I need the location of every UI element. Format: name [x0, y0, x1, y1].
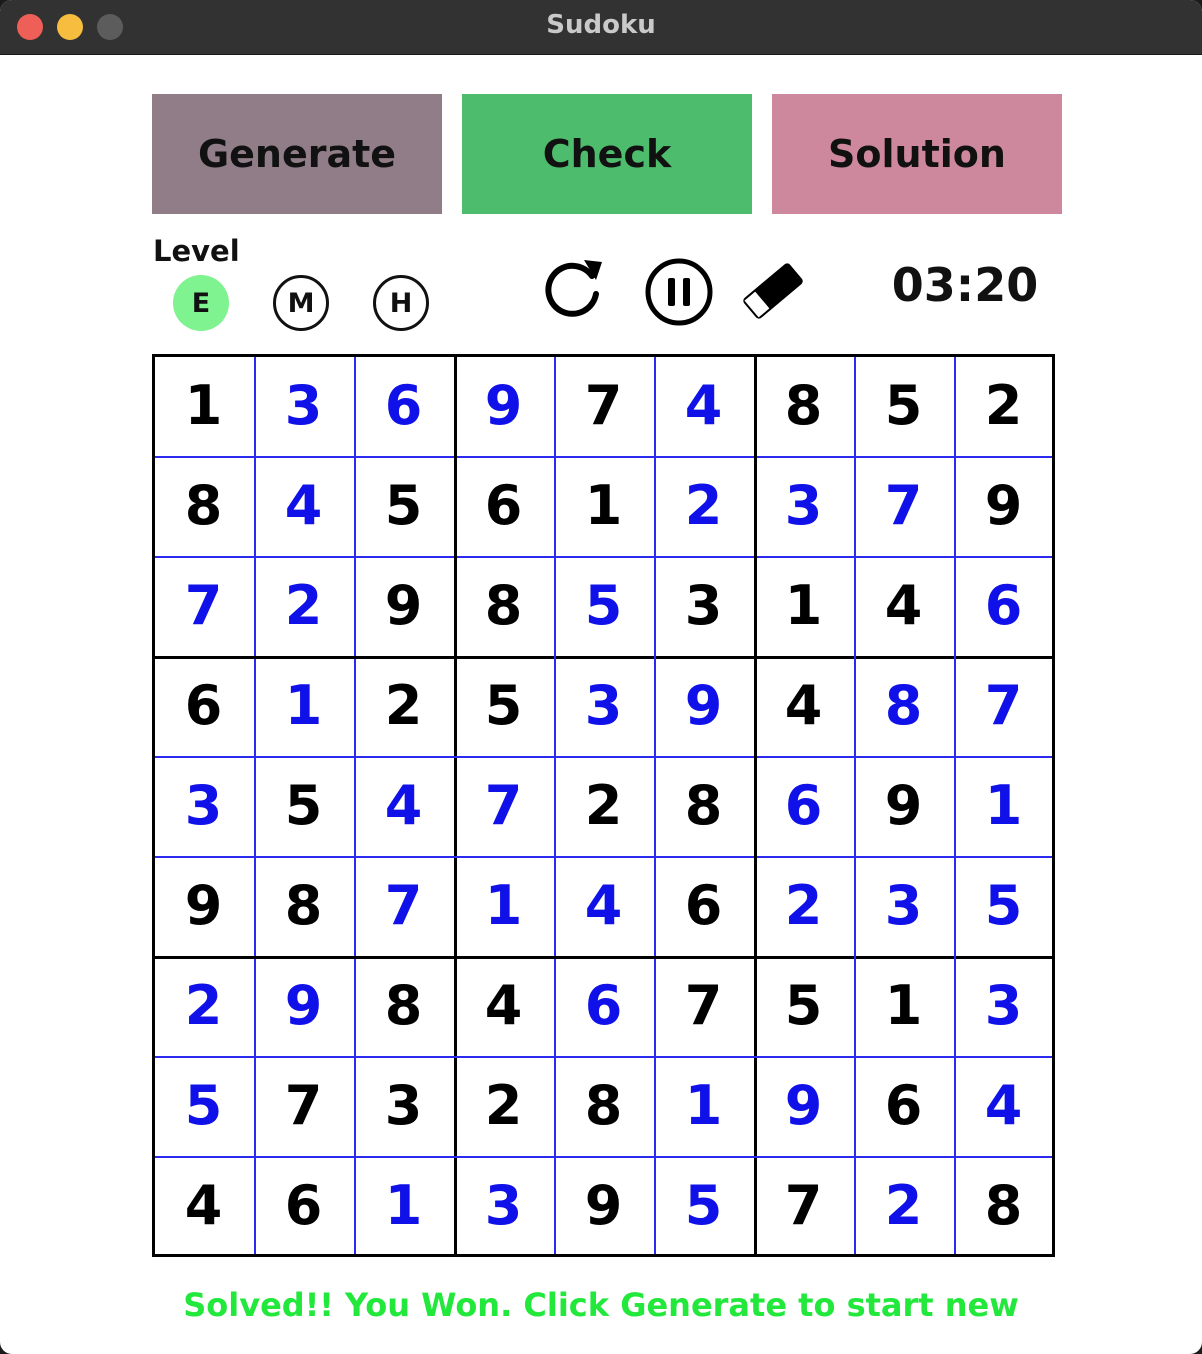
cell-r9-c9[interactable]: 8: [954, 1156, 1054, 1256]
cell-r8-c5[interactable]: 8: [554, 1056, 654, 1156]
cell-r9-c2[interactable]: 6: [254, 1156, 354, 1256]
cell-r6-c5[interactable]: 4: [554, 856, 654, 956]
cell-r1-c4[interactable]: 9: [454, 356, 554, 456]
cell-r8-c9[interactable]: 4: [954, 1056, 1054, 1156]
level-easy-radio[interactable]: E: [173, 275, 229, 331]
cell-r4-c3[interactable]: 2: [354, 656, 454, 756]
status-message: Solved!! You Won. Click Generate to star…: [183, 1286, 1019, 1324]
restart-icon[interactable]: [540, 254, 606, 320]
cell-r2-c4[interactable]: 6: [454, 456, 554, 556]
cell-r7-c1[interactable]: 2: [154, 956, 254, 1056]
cell-r6-c4[interactable]: 1: [454, 856, 554, 956]
cell-r8-c6[interactable]: 1: [654, 1056, 754, 1156]
cell-r2-c6[interactable]: 2: [654, 456, 754, 556]
cell-r2-c3[interactable]: 5: [354, 456, 454, 556]
cell-r3-c4[interactable]: 8: [454, 556, 554, 656]
cell-r9-c6[interactable]: 5: [654, 1156, 754, 1256]
generate-button[interactable]: Generate: [152, 94, 442, 214]
cell-r6-c1[interactable]: 9: [154, 856, 254, 956]
cell-r1-c2[interactable]: 3: [254, 356, 354, 456]
cell-r3-c9[interactable]: 6: [954, 556, 1054, 656]
cell-r6-c9[interactable]: 5: [954, 856, 1054, 956]
cell-r5-c8[interactable]: 9: [854, 756, 954, 856]
cell-r8-c8[interactable]: 6: [854, 1056, 954, 1156]
cell-r4-c4[interactable]: 5: [454, 656, 554, 756]
cell-r6-c6[interactable]: 6: [654, 856, 754, 956]
sudoku-board: 1369748528456123797298531466125394873547…: [152, 354, 1055, 1257]
cell-r7-c7[interactable]: 5: [754, 956, 854, 1056]
cell-r6-c3[interactable]: 7: [354, 856, 454, 956]
cell-r4-c1[interactable]: 6: [154, 656, 254, 756]
pause-icon[interactable]: [643, 256, 715, 328]
cell-r8-c7[interactable]: 9: [754, 1056, 854, 1156]
level-label: Level: [153, 234, 240, 268]
cell-r2-c8[interactable]: 7: [854, 456, 954, 556]
cell-r3-c7[interactable]: 1: [754, 556, 854, 656]
cell-r7-c5[interactable]: 6: [554, 956, 654, 1056]
cell-r9-c4[interactable]: 3: [454, 1156, 554, 1256]
cell-r5-c3[interactable]: 4: [354, 756, 454, 856]
cell-r2-c1[interactable]: 8: [154, 456, 254, 556]
cell-r9-c8[interactable]: 2: [854, 1156, 954, 1256]
cell-r2-c9[interactable]: 9: [954, 456, 1054, 556]
cell-r6-c8[interactable]: 3: [854, 856, 954, 956]
check-button[interactable]: Check: [462, 94, 752, 214]
cell-r5-c7[interactable]: 6: [754, 756, 854, 856]
cell-r5-c6[interactable]: 8: [654, 756, 754, 856]
window-title: Sudoku: [546, 10, 656, 40]
eraser-icon[interactable]: [738, 258, 808, 324]
cell-r1-c5[interactable]: 7: [554, 356, 654, 456]
level-hard-radio[interactable]: H: [373, 275, 429, 331]
cell-r1-c3[interactable]: 6: [354, 356, 454, 456]
cell-r7-c3[interactable]: 8: [354, 956, 454, 1056]
cell-r3-c2[interactable]: 2: [254, 556, 354, 656]
cell-r2-c5[interactable]: 1: [554, 456, 654, 556]
cell-r6-c7[interactable]: 2: [754, 856, 854, 956]
cell-r1-c7[interactable]: 8: [754, 356, 854, 456]
cell-r4-c8[interactable]: 8: [854, 656, 954, 756]
cell-r4-c6[interactable]: 9: [654, 656, 754, 756]
cell-r1-c9[interactable]: 2: [954, 356, 1054, 456]
cell-r2-c7[interactable]: 3: [754, 456, 854, 556]
cell-r7-c9[interactable]: 3: [954, 956, 1054, 1056]
cell-r3-c8[interactable]: 4: [854, 556, 954, 656]
cell-r9-c7[interactable]: 7: [754, 1156, 854, 1256]
cell-r4-c5[interactable]: 3: [554, 656, 654, 756]
cell-r6-c2[interactable]: 8: [254, 856, 354, 956]
cell-r8-c3[interactable]: 3: [354, 1056, 454, 1156]
cell-r3-c6[interactable]: 3: [654, 556, 754, 656]
cell-r2-c2[interactable]: 4: [254, 456, 354, 556]
cell-r5-c4[interactable]: 7: [454, 756, 554, 856]
cell-r4-c9[interactable]: 7: [954, 656, 1054, 756]
cell-r8-c2[interactable]: 7: [254, 1056, 354, 1156]
solution-button[interactable]: Solution: [772, 94, 1062, 214]
cell-r5-c1[interactable]: 3: [154, 756, 254, 856]
cell-r7-c2[interactable]: 9: [254, 956, 354, 1056]
cell-r5-c9[interactable]: 1: [954, 756, 1054, 856]
title-bar: Sudoku: [0, 0, 1202, 55]
cell-r9-c5[interactable]: 9: [554, 1156, 654, 1256]
cell-r1-c8[interactable]: 5: [854, 356, 954, 456]
cell-r3-c1[interactable]: 7: [154, 556, 254, 656]
cell-r4-c2[interactable]: 1: [254, 656, 354, 756]
cell-r3-c3[interactable]: 9: [354, 556, 454, 656]
cell-r7-c6[interactable]: 7: [654, 956, 754, 1056]
app-window: Sudoku Generate Check Solution Level E M…: [0, 0, 1202, 1354]
timer-display: 03:20: [891, 258, 1039, 312]
cell-r5-c2[interactable]: 5: [254, 756, 354, 856]
cell-r8-c4[interactable]: 2: [454, 1056, 554, 1156]
cell-r3-c5[interactable]: 5: [554, 556, 654, 656]
cell-r8-c1[interactable]: 5: [154, 1056, 254, 1156]
cell-r1-c1[interactable]: 1: [154, 356, 254, 456]
cell-r7-c8[interactable]: 1: [854, 956, 954, 1056]
level-medium-radio[interactable]: M: [273, 275, 329, 331]
cell-r7-c4[interactable]: 4: [454, 956, 554, 1056]
cell-r1-c6[interactable]: 4: [654, 356, 754, 456]
cell-r5-c5[interactable]: 2: [554, 756, 654, 856]
cell-r9-c3[interactable]: 1: [354, 1156, 454, 1256]
cell-r9-c1[interactable]: 4: [154, 1156, 254, 1256]
cell-r4-c7[interactable]: 4: [754, 656, 854, 756]
